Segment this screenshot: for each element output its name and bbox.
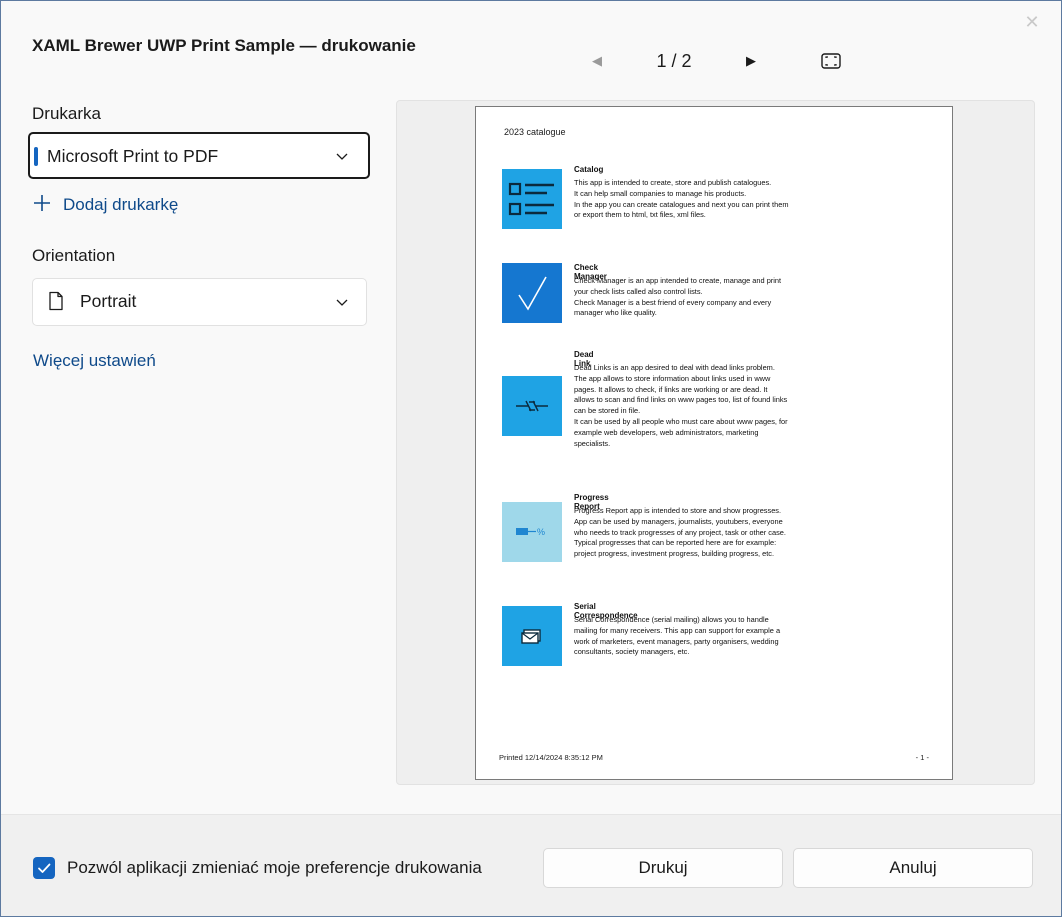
broken-link-icon [502, 376, 562, 436]
entry-description: Serial Correspondence (serial mailing) a… [574, 615, 781, 657]
entry-description: Dead Links is an app desired to deal wit… [574, 363, 788, 448]
envelopes-icon [502, 606, 562, 666]
entry-description: Check Manager is an app intended to crea… [574, 276, 782, 318]
page-portrait-icon [49, 291, 63, 311]
print-dialog: XAML Brewer UWP Print Sample — drukowani… [0, 0, 1062, 917]
plus-icon[interactable] [33, 194, 51, 212]
preview-page: 2023 catalogue Catalog This app is inten… [475, 106, 953, 780]
orientation-label: Orientation [32, 246, 116, 265]
more-settings-link[interactable]: Więcej ustawień [33, 351, 156, 371]
cancel-button[interactable]: Anuluj [793, 848, 1033, 888]
orientation-value: Portrait [80, 291, 137, 311]
printer-value: Microsoft Print to PDF [47, 146, 219, 166]
chevron-down-icon [336, 299, 348, 306]
allow-preferences-label[interactable]: Pozwól aplikacji zmieniać moje preferenc… [67, 858, 482, 878]
close-icon[interactable]: ✕ [1021, 11, 1043, 33]
checkmark-icon [502, 263, 562, 323]
page-header: 2023 catalogue [504, 127, 566, 137]
dialog-footer: Pozwól aplikacji zmieniać moje preferenc… [1, 814, 1061, 916]
dialog-title: XAML Brewer UWP Print Sample — drukowani… [32, 36, 416, 55]
printer-label: Drukarka [32, 104, 101, 123]
page-navigator: ◀ 1 / 2 ▶ [586, 49, 856, 75]
fit-to-window-icon[interactable] [819, 51, 843, 71]
progress-bar-icon: % [502, 502, 562, 562]
checkmark-icon [38, 863, 51, 873]
page-number: - 1 - [915, 753, 929, 762]
orientation-select[interactable]: Portrait [32, 278, 367, 326]
allow-preferences-checkbox[interactable] [33, 857, 55, 879]
next-page-button[interactable]: ▶ [740, 51, 762, 71]
printed-timestamp: Printed 12/14/2024 8:35:12 PM [499, 753, 603, 762]
print-button[interactable]: Drukuj [543, 848, 783, 888]
add-printer-link[interactable]: Dodaj drukarkę [63, 195, 178, 215]
page-indicator: 1 / 2 [656, 51, 692, 71]
svg-text:%: % [537, 527, 545, 537]
chevron-down-icon [336, 153, 348, 160]
entry-description: Progress Report app is intended to store… [574, 506, 786, 559]
selection-accent [34, 147, 38, 166]
catalog-list-icon [502, 169, 562, 229]
entry-title: Catalog [574, 165, 604, 174]
entry-description: This app is intended to create, store an… [574, 178, 789, 220]
print-preview-area: 2023 catalogue Catalog This app is inten… [396, 100, 1035, 785]
printer-select[interactable]: Microsoft Print to PDF [28, 132, 370, 179]
previous-page-button[interactable]: ◀ [586, 51, 608, 71]
